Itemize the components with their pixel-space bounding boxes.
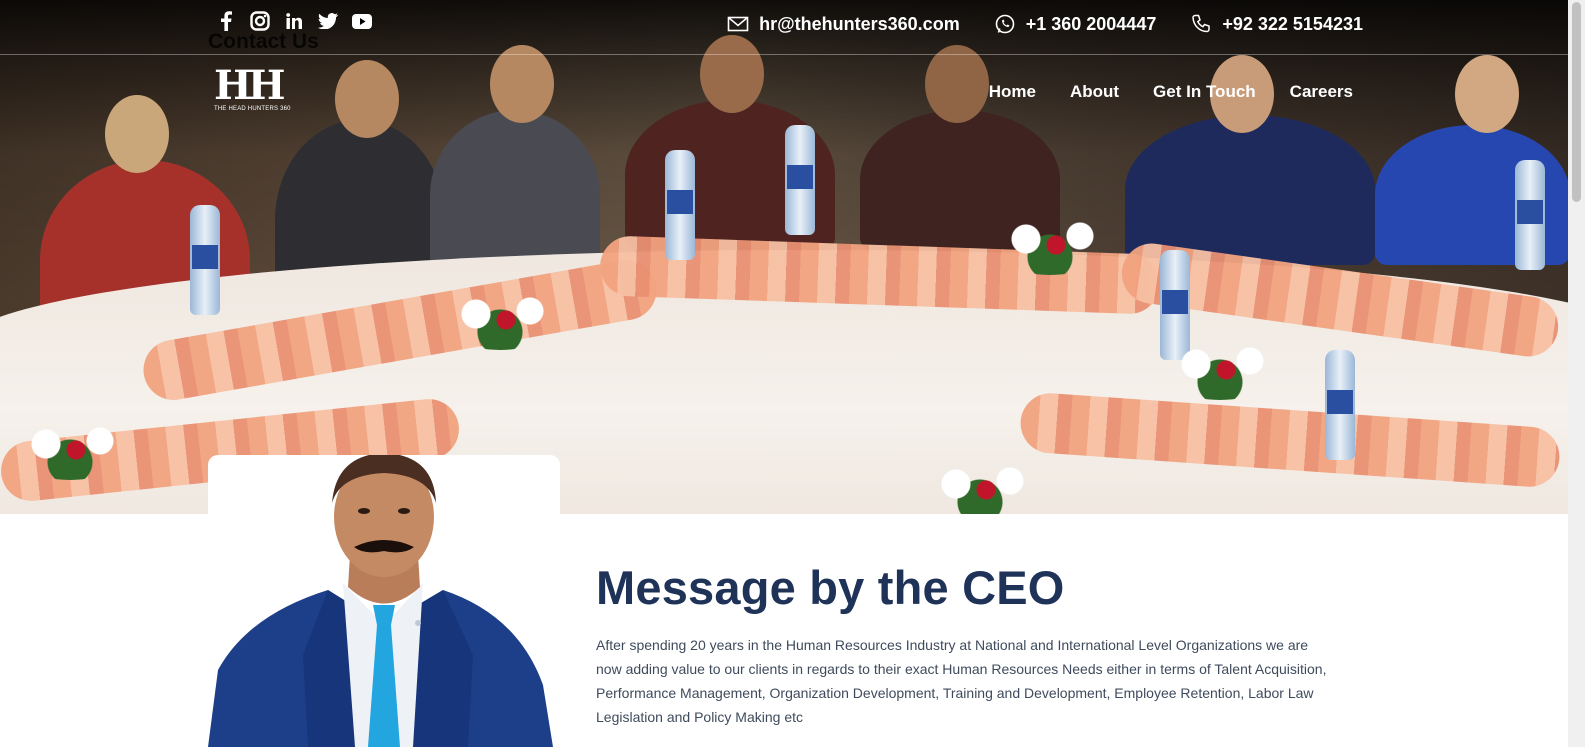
hero-person-head	[335, 60, 399, 138]
nav-about[interactable]: About	[1070, 82, 1119, 102]
logo-mark: HH	[214, 62, 286, 109]
phone-contact[interactable]: +92 322 5154231	[1190, 13, 1363, 35]
hero-person-head	[490, 45, 554, 123]
hero-flowers	[440, 290, 560, 350]
nav-home[interactable]: Home	[989, 82, 1036, 102]
hero-water-bottle	[1325, 350, 1355, 460]
hero-water-bottle	[1515, 160, 1545, 270]
social-links	[216, 11, 372, 31]
hero-water-bottle	[785, 125, 815, 235]
hero-flowers	[10, 420, 130, 480]
hero-water-bottle	[190, 205, 220, 315]
hero-person-head	[105, 95, 169, 173]
instagram-icon[interactable]	[250, 11, 270, 31]
contact-info: hr@thehunters360.com +1 360 2004447 +92 …	[727, 13, 1363, 35]
hero-person-head	[1455, 55, 1519, 133]
hero-flowers	[920, 460, 1040, 514]
ceo-message-title: Message by the CEO	[596, 561, 1065, 614]
ceo-photo	[208, 455, 553, 747]
logo-tagline: THE HEAD HUNTERS 360	[214, 106, 291, 112]
linkedin-icon[interactable]	[284, 11, 304, 31]
youtube-icon[interactable]	[352, 11, 372, 31]
hero-water-bottle	[665, 150, 695, 260]
ceo-photo-card	[208, 455, 560, 747]
whatsapp-number: +1 360 2004447	[1025, 13, 1157, 34]
facebook-icon[interactable]	[216, 11, 236, 31]
email-text: hr@thehunters360.com	[759, 13, 960, 34]
whatsapp-icon	[995, 14, 1015, 34]
hero-flowers	[1160, 340, 1280, 400]
hero-flowers	[990, 215, 1110, 275]
hero-person-head	[925, 45, 989, 123]
contact-us-ghost-text: Contact Us	[208, 30, 319, 53]
page-scrollbar[interactable]	[1568, 0, 1585, 747]
hero-water-bottle	[1160, 250, 1190, 360]
phone-icon	[1192, 14, 1211, 33]
scrollbar-thumb[interactable]	[1572, 2, 1581, 202]
nav-careers[interactable]: Careers	[1290, 82, 1353, 102]
nav-get-in-touch[interactable]: Get In Touch	[1153, 82, 1256, 102]
twitter-icon[interactable]	[318, 11, 338, 31]
email-contact[interactable]: hr@thehunters360.com	[727, 13, 960, 35]
mail-icon	[727, 16, 749, 32]
phone-number: +92 322 5154231	[1222, 13, 1363, 34]
site-logo[interactable]: HH THE HEAD HUNTERS 360	[214, 66, 306, 116]
hero-person	[1125, 115, 1375, 265]
main-nav: Home About Get In Touch Careers	[989, 82, 1353, 102]
whatsapp-contact[interactable]: +1 360 2004447	[994, 13, 1157, 35]
ceo-message-body: After spending 20 years in the Human Res…	[596, 637, 1327, 725]
